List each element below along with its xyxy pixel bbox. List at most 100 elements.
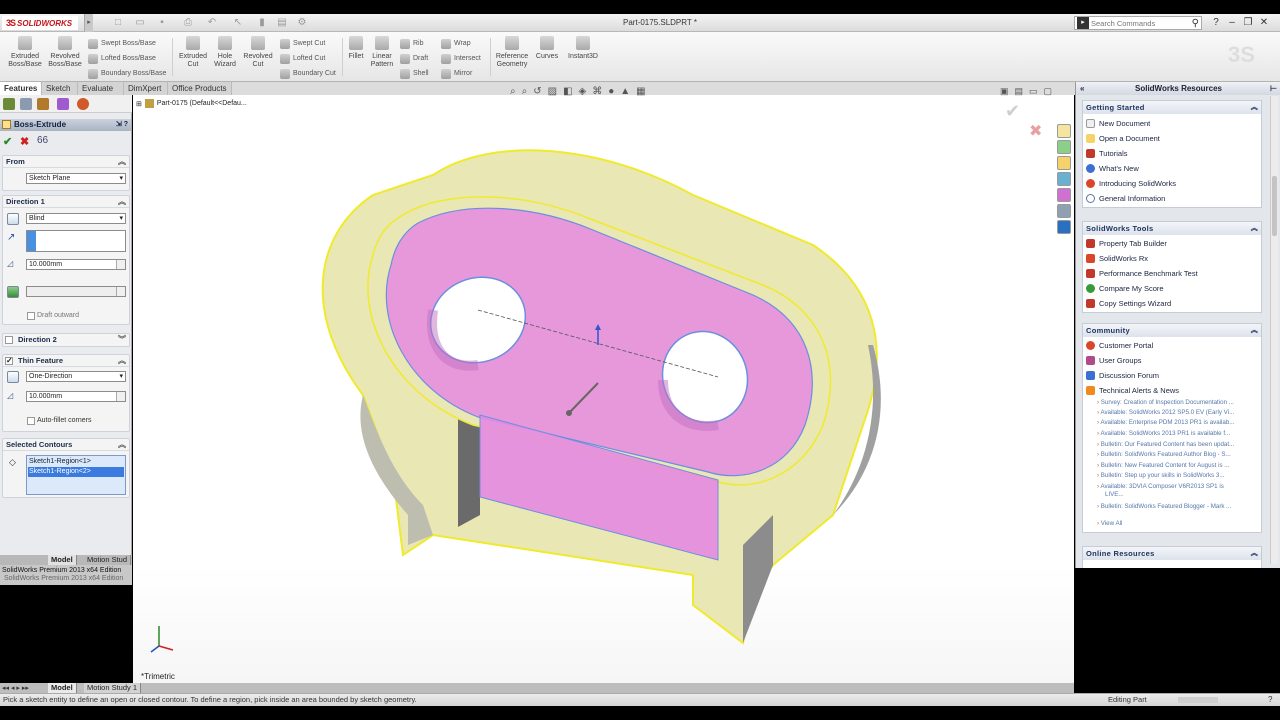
new-document-icon[interactable]: □ [112,17,124,29]
new-document-link[interactable]: New Document [1086,116,1150,130]
save-icon[interactable]: ▪ [156,17,168,29]
tab-dimxpert[interactable]: DimXpert [124,82,168,95]
tab-office-products[interactable]: Office Products [168,82,232,95]
thin-type-select[interactable]: One-Direction [26,371,126,382]
online-resources-header[interactable]: Online Resources ︽ [1083,547,1261,560]
menu-flyout-arrow[interactable]: ▸ [84,14,93,32]
cancel-icon[interactable]: ✖ [20,135,29,148]
collapse-pane-icon[interactable]: « [1080,82,1084,95]
contours-list[interactable]: Sketch1-Region<1> Sketch1-Region<2> [26,455,126,495]
mirror-button[interactable]: Mirror [441,66,481,81]
extruded-cut-button[interactable]: Extruded Cut [176,36,210,69]
configuration-manager-icon[interactable] [37,98,49,110]
solidworks-resources-tab-icon[interactable] [1057,124,1071,138]
contour-item-selected[interactable]: Sketch1-Region<2> [28,467,124,477]
reverse-thin-icon[interactable] [7,371,19,383]
copy-settings-wizard-link[interactable]: Copy Settings Wizard [1086,296,1171,310]
part-model[interactable] [133,95,1074,683]
technical-alerts-link[interactable]: Technical Alerts & News [1086,383,1179,397]
tab-sketch[interactable]: Sketch [42,82,78,95]
help-icon[interactable]: ? [1268,694,1272,706]
fillet-button[interactable]: Fillet [345,36,367,61]
compare-my-score-link[interactable]: Compare My Score [1086,281,1164,295]
reverse-direction-icon[interactable] [7,213,19,225]
solidworks-forum-tab-icon[interactable] [1057,220,1071,234]
display-manager-icon[interactable] [77,98,89,110]
shell-button[interactable]: Shell [400,66,429,81]
from-select[interactable]: Sketch Plane [26,173,126,184]
lofted-boss-button[interactable]: Lofted Boss/Base [88,51,166,66]
view-palette-tab-icon[interactable] [1057,172,1071,186]
revolved-cut-button[interactable]: Revolved Cut [241,36,275,69]
boundary-boss-button[interactable]: Boundary Boss/Base [88,66,166,81]
tab-motion-study-1[interactable]: Motion Study 1 [84,683,142,693]
help-icon[interactable]: ? [1210,17,1222,29]
performance-benchmark-link[interactable]: Performance Benchmark Test [1086,266,1198,280]
graphics-area[interactable]: ⊞ Part-0175 (Default<<Defau... ⌕ ⌕ ↺ ▨ ◧… [133,86,1074,683]
news-item[interactable]: › Bulletin: SolidWorks Featured Author B… [1097,451,1257,458]
news-item[interactable]: › Bulletin: Our Featured Content has bee… [1097,441,1257,448]
wrap-button[interactable]: Wrap [441,36,481,51]
discussion-forum-link[interactable]: Discussion Forum [1086,368,1159,382]
tab-features[interactable]: Features [0,82,42,95]
from-header[interactable]: From ︽ [3,156,129,168]
boundary-cut-button[interactable]: Boundary Cut [280,66,336,81]
tab-motion-study-left[interactable]: Motion Stud [84,555,132,565]
news-item[interactable]: › Available: SolidWorks 2012 SP5.0 EV (E… [1097,409,1257,416]
news-item[interactable]: › Survey: Creation of Inspection Documen… [1097,399,1257,406]
linear-pattern-button[interactable]: Linear Pattern [367,36,397,69]
swept-cut-button[interactable]: Swept Cut [280,36,336,51]
search-input[interactable] [1091,18,1181,28]
tab-model[interactable]: Model [48,683,77,693]
swept-boss-button[interactable]: Swept Boss/Base [88,36,166,51]
close-icon[interactable]: ✕ [1258,17,1270,29]
thickness-input[interactable]: 10.000mm [26,391,126,402]
solidworks-rx-link[interactable]: SolidWorks Rx [1086,251,1148,265]
customer-portal-link[interactable]: Customer Portal [1086,338,1153,352]
general-information-link[interactable]: General Information [1086,191,1165,205]
search-box[interactable]: ▸ ⚲ [1074,16,1202,30]
news-item[interactable]: › Bulletin: SolidWorks Featured Blogger … [1097,503,1257,510]
draft-toggle-icon[interactable] [7,286,19,298]
draft-button[interactable]: Draft [400,51,429,66]
search-icon[interactable]: ⚲ [1192,18,1199,29]
file-properties-icon[interactable]: ▤ [276,17,288,29]
depth-input[interactable]: 10.000mm [26,259,126,270]
user-groups-link[interactable]: User Groups [1086,353,1142,367]
minimize-icon[interactable]: – [1226,17,1238,29]
view-all-link[interactable]: › View All [1097,520,1257,527]
rib-button[interactable]: Rib [400,36,429,51]
property-tab-builder-link[interactable]: Property Tab Builder [1086,236,1167,250]
community-header[interactable]: Community ︽ [1083,324,1261,337]
rebuild-icon[interactable]: ▮ [256,17,268,29]
ok-icon[interactable]: ✔ [3,135,12,148]
tutorials-link[interactable]: Tutorials [1086,146,1127,160]
file-explorer-tab-icon[interactable] [1057,156,1071,170]
select-icon[interactable]: ↖ [232,17,244,29]
custom-properties-tab-icon[interactable] [1057,204,1071,218]
end-condition-select[interactable]: Blind [26,213,126,224]
design-library-tab-icon[interactable] [1057,140,1071,154]
reference-geometry-button[interactable]: Reference Geometry [494,36,530,69]
direction-selection-box[interactable] [26,230,126,252]
intersect-button[interactable]: Intersect [441,51,481,66]
drag-handle-knob[interactable] [566,410,572,416]
introducing-solidworks-link[interactable]: Introducing SolidWorks [1086,176,1176,190]
options-icon[interactable]: ⚙ [296,17,308,29]
tab-scroll-arrows-icon[interactable]: ◂◂ ◂ ▸ ▸▸ [2,684,29,692]
direction1-header[interactable]: Direction 1 ︽ [3,196,129,208]
feature-manager-icon[interactable] [3,98,15,110]
open-document-link[interactable]: Open a Document [1086,131,1160,145]
news-item[interactable]: › Available: Enterprise PDM 2013 PR1 is … [1097,419,1257,426]
preview-icon[interactable]: 66 [37,135,48,146]
thin-feature-checkbox[interactable]: ✓ [5,356,13,365]
pin-icon[interactable]: ⊢ [1270,82,1277,95]
contour-item[interactable]: Sketch1-Region<1> [28,457,124,467]
selected-contours-header[interactable]: Selected Contours ︽ [3,439,129,451]
print-icon[interactable]: ⎙ [182,17,194,29]
thin-feature-header[interactable]: ✓ Thin Feature ︽ [3,355,129,367]
instant3d-button[interactable]: Instant3D [565,36,601,61]
draft-outward-checkbox[interactable] [27,312,35,320]
dimxpert-manager-icon[interactable] [57,98,69,110]
solidworks-logo[interactable]: 3S SOLIDWORKS [2,16,79,30]
